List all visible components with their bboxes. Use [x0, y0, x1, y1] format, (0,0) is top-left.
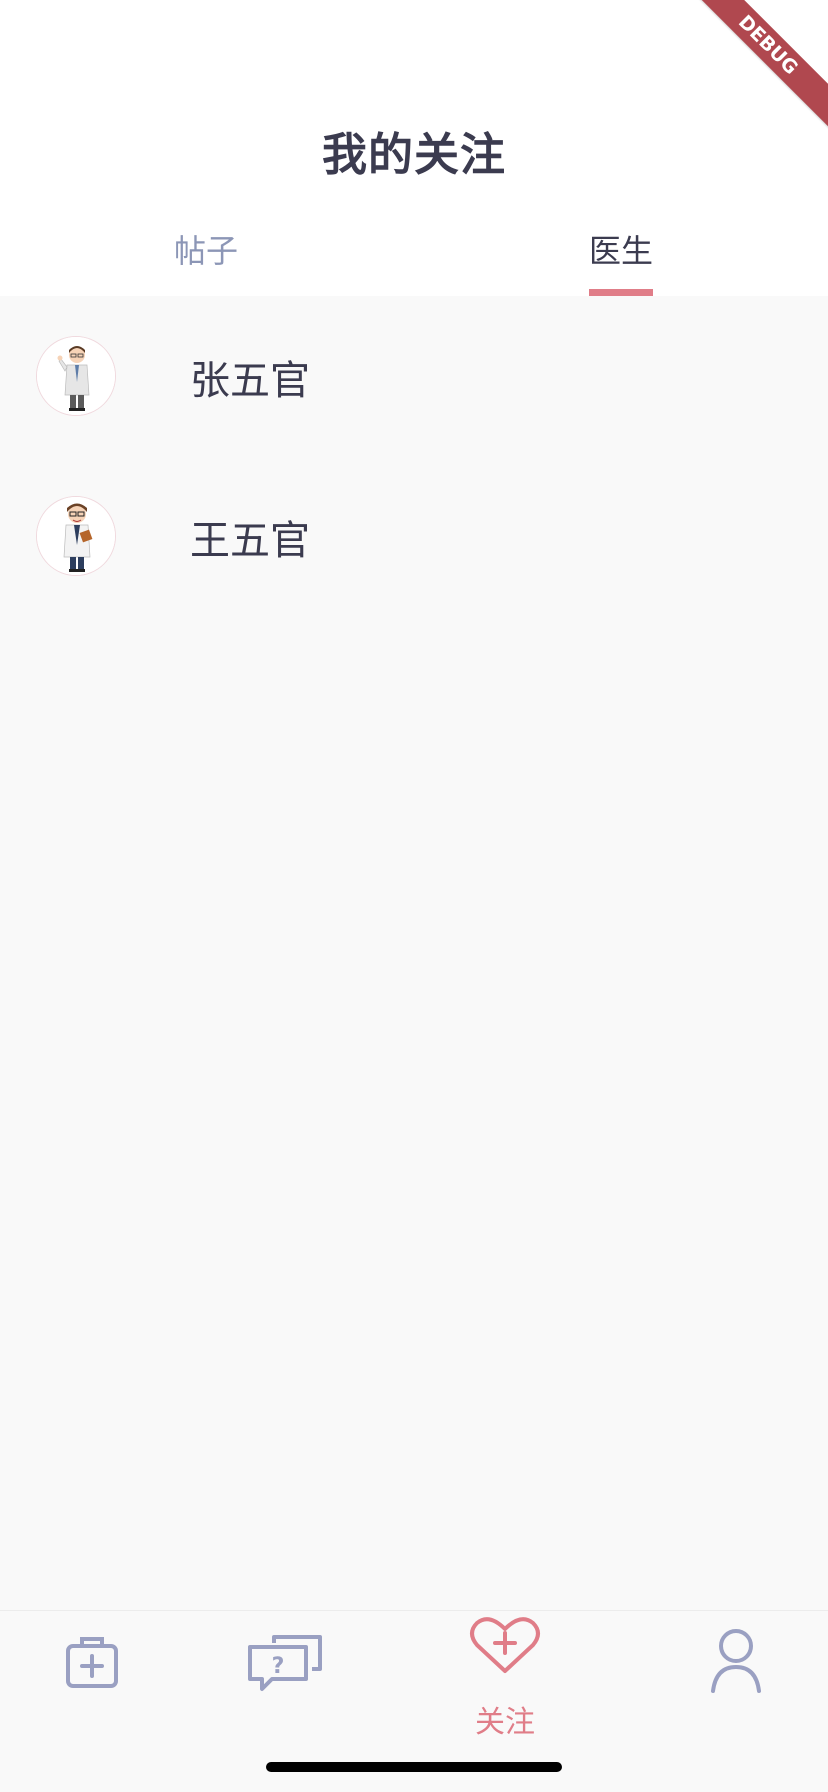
medical-kit-icon [66, 1637, 118, 1688]
doctor-avatar [36, 336, 116, 416]
header-area: 我的关注 帖子 医生 DEBUG [0, 0, 828, 296]
doctor-list-item[interactable]: 张五官 [0, 296, 828, 456]
user-icon [711, 1629, 761, 1693]
doctor-avatar [36, 496, 116, 576]
heart-plus-icon [470, 1617, 540, 1673]
doctor-list-item[interactable]: 王五官 [0, 456, 828, 616]
home-indicator [266, 1762, 562, 1772]
doctor-thumbs-up-icon [37, 337, 115, 415]
page-title: 我的关注 [321, 128, 506, 181]
tab-doctors[interactable]: 医生 [551, 226, 691, 272]
doctor-clipboard-icon [37, 497, 115, 575]
nav-medical-kit[interactable] [50, 1611, 150, 1731]
active-tab-indicator [589, 289, 653, 296]
question-chat-icon: ? [248, 1635, 322, 1691]
doctor-name: 王五官 [190, 518, 310, 564]
nav-consult[interactable]: ? [236, 1611, 336, 1731]
tab-posts[interactable]: 帖子 [136, 226, 276, 272]
nav-profile[interactable] [686, 1611, 786, 1731]
nav-follow-label: 关注 [475, 1705, 535, 1740]
doctor-name: 张五官 [190, 358, 310, 404]
svg-text:?: ? [272, 1654, 285, 1679]
nav-follow[interactable]: 关注 [455, 1611, 555, 1740]
